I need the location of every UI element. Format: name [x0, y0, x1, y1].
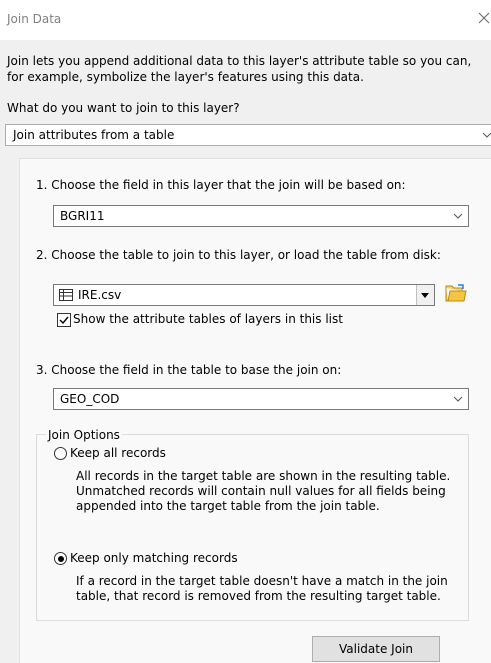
intro-text: Join lets you append additional data to … [7, 54, 472, 84]
step1-label: 1. Choose the field in this layer that t… [36, 178, 406, 192]
open-folder-icon[interactable] [445, 284, 467, 302]
window-title: Join Data [7, 12, 62, 26]
join-type-select[interactable]: Join attributes from a table [5, 124, 491, 146]
join-options-label: Join Options [46, 428, 122, 442]
chevron-down-icon [482, 132, 491, 138]
join-table-dropdown-button[interactable] [416, 285, 434, 305]
join-type-value: Join attributes from a table [13, 128, 175, 142]
radio-selected-dot [57, 555, 64, 562]
checkmark-icon [59, 316, 69, 325]
step3-label: 3. Choose the field in the table to base… [36, 363, 342, 377]
table-icon [59, 289, 73, 301]
join-table-field-value: GEO_COD [60, 392, 120, 406]
title-bar: Join Data [0, 0, 491, 40]
layer-field-select[interactable]: BGRI11 [53, 205, 469, 227]
keep-all-records-label: Keep all records [70, 446, 166, 460]
chevron-down-icon [453, 396, 463, 402]
validate-join-button[interactable]: Validate Join [312, 636, 440, 662]
join-table-select[interactable]: IRE.csv [53, 284, 435, 306]
keep-all-records-description: All records in the target table are show… [76, 469, 451, 513]
step2-label: 2. Choose the table to join to this laye… [36, 248, 441, 262]
show-layer-tables-label: Show the attribute tables of layers in t… [73, 312, 343, 326]
chevron-down-icon [453, 213, 463, 219]
join-question: What do you want to join to this layer? [7, 101, 240, 115]
close-icon[interactable] [477, 11, 491, 25]
layer-field-value: BGRI11 [60, 209, 105, 223]
keep-matching-records-radio[interactable] [54, 552, 67, 565]
join-table-field-select[interactable]: GEO_COD [53, 388, 469, 410]
keep-all-records-radio[interactable] [54, 447, 67, 460]
keep-matching-records-label: Keep only matching records [70, 551, 238, 565]
keep-matching-records-description: If a record in the target table doesn't … [76, 574, 448, 603]
show-layer-tables-checkbox[interactable] [57, 313, 71, 327]
triangle-down-icon [421, 293, 429, 298]
join-table-value: IRE.csv [78, 288, 122, 302]
